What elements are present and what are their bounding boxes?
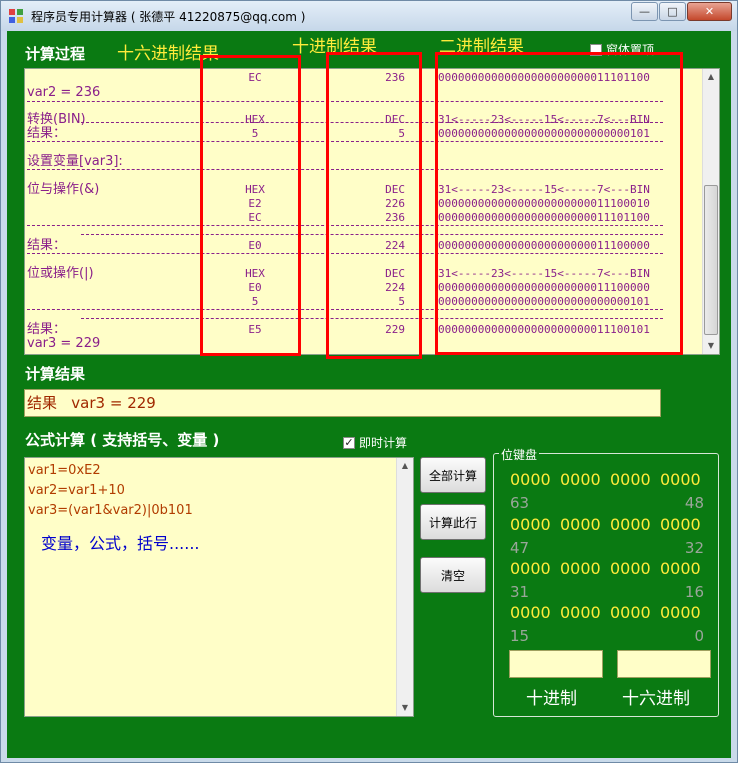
process-row-label: var2 = 236 — [27, 85, 101, 100]
result-label: 计算结果 — [25, 365, 86, 383]
formula-editor[interactable]: var1=0xE2 var2=var1+10 var3=(var1&var2)|… — [24, 457, 414, 717]
bit-index-high: 15 — [510, 627, 530, 645]
hex-input[interactable] — [617, 650, 711, 678]
bit-nibble[interactable]: 0000 — [610, 603, 660, 622]
formula-line-2: var2=var1+10 — [28, 483, 125, 498]
formula-scroll-up-icon[interactable]: ▲ — [397, 458, 413, 474]
result-field[interactable]: 结果 var3 = 229 — [24, 389, 661, 417]
dec-column-highlight — [326, 52, 422, 359]
process-row-label: 位与操作(&) — [27, 182, 100, 197]
formula-line-1: var1=0xE2 — [28, 463, 101, 478]
bit-nibble[interactable]: 0000 — [510, 559, 560, 578]
bit-nibble[interactable]: 0000 — [660, 603, 710, 622]
bit-index-high: 47 — [510, 539, 530, 557]
scroll-up-icon[interactable]: ▲ — [703, 69, 719, 85]
bit-row-63-48: 0000 0000 0000 0000 — [510, 470, 710, 489]
bit-index-low: 16 — [684, 583, 704, 601]
process-scrollbar[interactable]: ▲ ▼ — [702, 69, 719, 354]
bin-column-highlight — [435, 52, 683, 355]
process-row-label: 结果： — [27, 238, 67, 253]
minimize-icon: — — [639, 5, 650, 18]
bit-index-low: 0 — [694, 627, 704, 645]
minimize-button[interactable]: — — [631, 2, 658, 21]
bit-row-31-16: 0000 0000 0000 0000 — [510, 559, 710, 578]
app-window: 程序员专用计算器 ( 张德平 41220875@qq.com ) — □ ✕ 计… — [0, 0, 738, 763]
close-icon: ✕ — [704, 5, 715, 18]
close-button[interactable]: ✕ — [687, 2, 732, 21]
bit-nibble[interactable]: 0000 — [610, 559, 660, 578]
bit-nibble[interactable]: 0000 — [560, 559, 610, 578]
maximize-button[interactable]: □ — [659, 2, 686, 21]
window-title: 程序员专用计算器 ( 张德平 41220875@qq.com ) — [31, 10, 306, 24]
bit-index-high: 31 — [510, 583, 530, 601]
bit-nibble[interactable]: 0000 — [560, 470, 610, 489]
formula-scroll-down-icon[interactable]: ▼ — [397, 700, 413, 716]
decimal-label: 十进制 — [526, 689, 577, 709]
instant-checkbox-label: 即时计算 — [359, 436, 408, 450]
formula-scrollbar[interactable]: ▲ ▼ — [396, 458, 413, 716]
process-label: 计算过程 — [25, 45, 86, 63]
bit-nibble[interactable]: 0000 — [510, 470, 560, 489]
decimal-input[interactable] — [509, 650, 603, 678]
bit-nibble[interactable]: 0000 — [560, 515, 610, 534]
bit-index-low: 48 — [684, 494, 704, 512]
title-bar[interactable]: 程序员专用计算器 ( 张德平 41220875@qq.com ) — □ ✕ — [1, 1, 737, 31]
calc-line-button[interactable]: 计算此行 — [420, 504, 486, 540]
process-row-label: 设置变量[var3]: — [27, 154, 123, 169]
bit-nibble[interactable]: 0000 — [660, 559, 710, 578]
clear-button[interactable]: 清空 — [420, 557, 486, 593]
formula-label: 公式计算 ( 支持括号、变量 ) — [25, 431, 220, 449]
process-row-label: 位或操作(|) — [27, 266, 94, 281]
hex-column-highlight — [200, 55, 301, 356]
process-row-label: 结果： — [27, 126, 67, 141]
instant-checkbox-box[interactable]: ✓ — [343, 436, 355, 449]
bit-nibble[interactable]: 0000 — [610, 470, 660, 489]
bit-keyboard-title: 位键盘 — [499, 446, 540, 463]
client-area: 计算过程 十六进制结果 十进制结果 二进制结果 窗体置顶 ▲ ▼ EC 236 00… — [7, 31, 731, 758]
bit-row-15-0: 0000 0000 0000 0000 — [510, 603, 710, 622]
bit-row-47-32: 0000 0000 0000 0000 — [510, 515, 710, 534]
scroll-down-icon[interactable]: ▼ — [703, 338, 719, 354]
bit-nibble[interactable]: 0000 — [660, 470, 710, 489]
window-controls: — □ ✕ — [630, 2, 732, 21]
bit-keyboard: 位键盘 0000 0000 0000 0000 63 48 0000 0000 0000 0… — [493, 446, 719, 717]
instant-calc-checkbox[interactable]: ✓ 即时计算 — [343, 434, 407, 451]
hex-label: 十六进制 — [622, 689, 690, 709]
bit-index-low: 32 — [684, 539, 704, 557]
bit-nibble[interactable]: 0000 — [510, 603, 560, 622]
bit-nibble[interactable]: 0000 — [560, 603, 610, 622]
app-icon — [9, 9, 23, 23]
scroll-thumb[interactable] — [704, 185, 718, 335]
bit-nibble[interactable]: 0000 — [510, 515, 560, 534]
maximize-icon: □ — [667, 5, 678, 18]
bit-index-high: 63 — [510, 494, 530, 512]
formula-hint: 变量，公式，括号...... — [41, 534, 200, 553]
bit-nibble[interactable]: 0000 — [660, 515, 710, 534]
calc-all-button[interactable]: 全部计算 — [420, 457, 486, 493]
bit-nibble[interactable]: 0000 — [610, 515, 660, 534]
formula-line-3: var3=(var1&var2)|0b101 — [28, 503, 193, 518]
process-row-label: var3 = 229 — [27, 336, 101, 351]
